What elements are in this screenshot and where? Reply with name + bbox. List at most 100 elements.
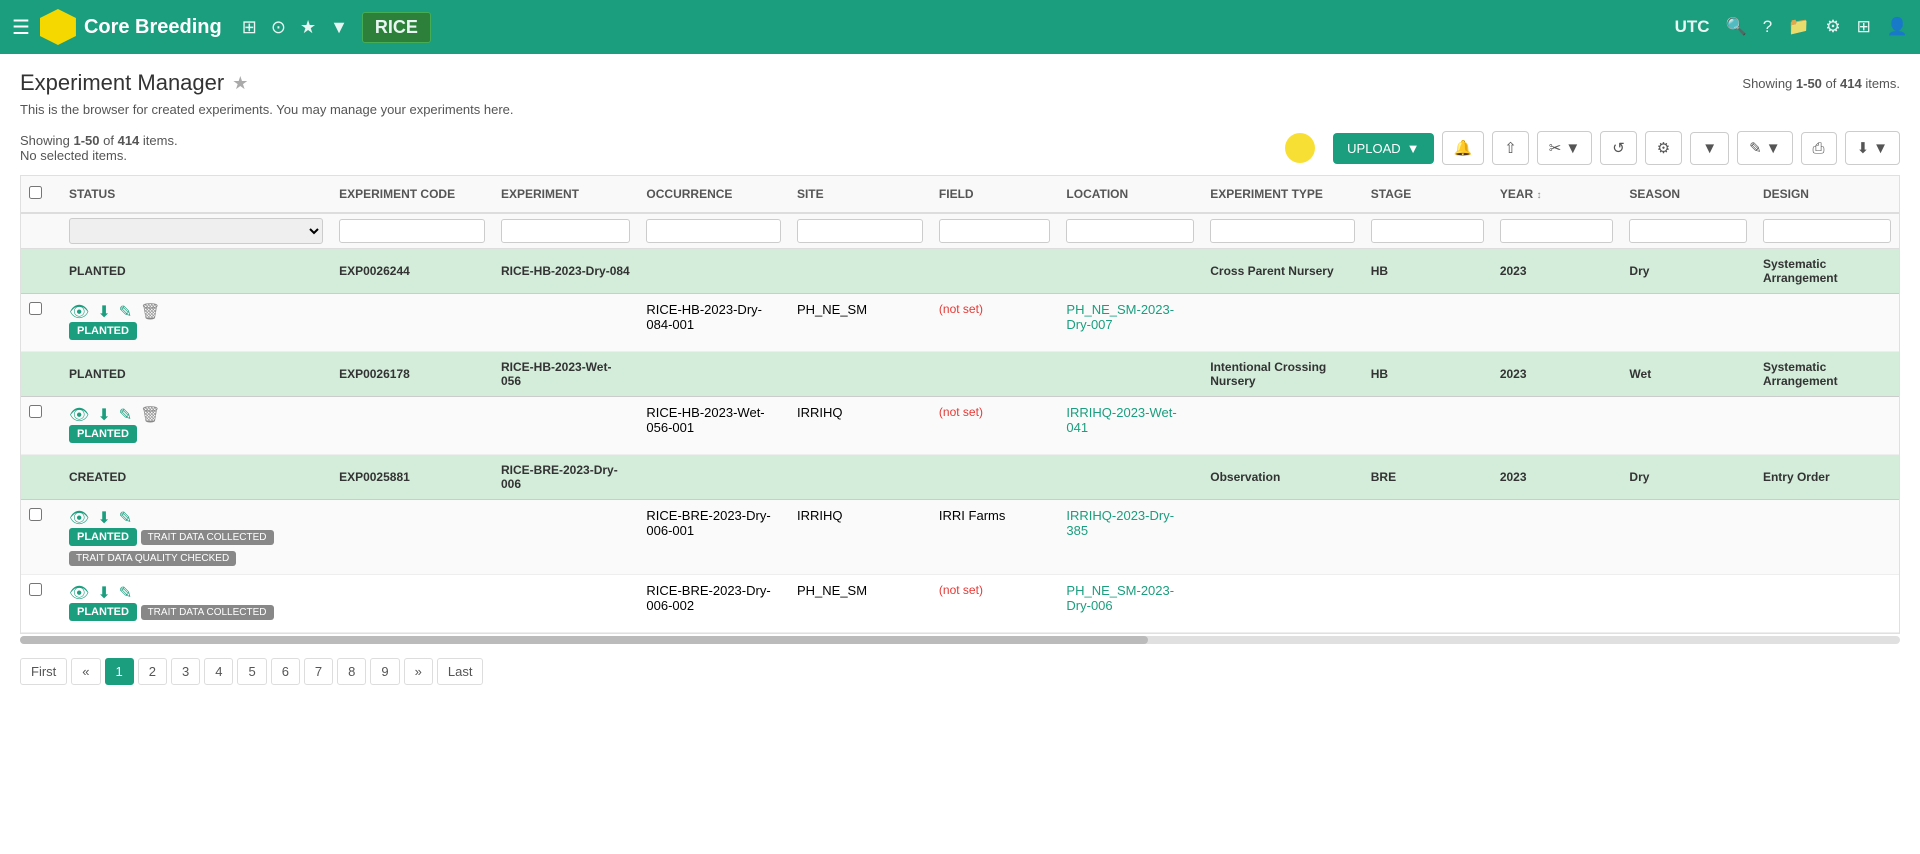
stage-filter-input[interactable] (1371, 219, 1484, 243)
exp-type-col-header[interactable]: EXPERIMENT TYPE (1202, 176, 1363, 213)
location-link[interactable]: PH_NE_SM-2023-Dry-006 (1066, 583, 1174, 613)
help-icon[interactable]: ? (1763, 17, 1772, 37)
notifications-button[interactable]: 🔔 (1442, 131, 1485, 165)
tools-button[interactable]: ✂ ▼ (1537, 131, 1592, 165)
advanced-filter-button[interactable]: ▼ (1690, 132, 1729, 165)
exp-type-filter-input[interactable] (1210, 219, 1355, 243)
app-brand: Core Breeding (40, 9, 222, 45)
occurrence-filter-input[interactable] (646, 219, 781, 243)
hamburger-icon[interactable]: ☰ (12, 15, 30, 40)
star-icon[interactable]: ★ (300, 17, 316, 38)
apps-icon[interactable]: ⊞ (1857, 17, 1871, 37)
pagination-next[interactable]: » (404, 658, 433, 685)
occurrence-col-header[interactable]: OCCURRENCE (638, 176, 789, 213)
view-icon[interactable]: 👁 (69, 583, 89, 603)
download-row-icon[interactable]: ⬇ (97, 405, 110, 425)
edit-row-icon[interactable]: ✎ (119, 583, 132, 603)
clock-icon[interactable]: ⊙ (271, 17, 286, 38)
pagination-page-1[interactable]: 1 (105, 658, 134, 685)
edit-button[interactable]: ✎ ▼ (1737, 131, 1792, 165)
user-icon[interactable]: 👤 (1887, 17, 1908, 37)
year-col-header[interactable]: YEAR ↕ (1492, 176, 1622, 213)
pagination-page-4[interactable]: 4 (204, 658, 233, 685)
stage-col-header[interactable]: STAGE (1363, 176, 1492, 213)
location-link[interactable]: IRRIHQ-2023-Wet-041 (1066, 405, 1176, 435)
exp-code-col-header[interactable]: EXPERIMENT CODE (331, 176, 493, 213)
exp-code-filter-input[interactable] (339, 219, 485, 243)
row-checkbox[interactable] (29, 583, 42, 596)
delete-row-icon[interactable]: 🗑 (140, 302, 160, 322)
edit-row-icon[interactable]: ✎ (119, 508, 132, 528)
filter-nav-icon[interactable]: ▼ (330, 17, 348, 38)
download-row-icon[interactable]: ⬇ (97, 508, 110, 528)
row-experiment-cell (493, 397, 638, 455)
pagination-page-5[interactable]: 5 (237, 658, 266, 685)
season-col-header[interactable]: SEASON (1621, 176, 1755, 213)
row-checkbox[interactable] (29, 508, 42, 521)
pagination-page-2[interactable]: 2 (138, 658, 167, 685)
status-col-header[interactable]: STATUS (61, 176, 331, 213)
status-filter-select[interactable] (69, 218, 323, 244)
pagination-first[interactable]: First (20, 658, 67, 685)
favorite-star-icon[interactable]: ★ (232, 73, 248, 94)
experiment-filter-input[interactable] (501, 219, 630, 243)
season-filter-input[interactable] (1629, 219, 1747, 243)
download-row-icon[interactable]: ⬇ (97, 583, 110, 603)
upload-button[interactable]: UPLOAD ▼ (1333, 133, 1433, 164)
edit-row-icon[interactable]: ✎ (119, 302, 132, 322)
location-col-header[interactable]: LOCATION (1058, 176, 1202, 213)
delete-row-icon[interactable]: 🗑 (140, 405, 160, 425)
filter-season-cell (1621, 213, 1755, 249)
pagination-page-7[interactable]: 7 (304, 658, 333, 685)
row-checkbox[interactable] (29, 302, 42, 315)
field-filter-input[interactable] (939, 219, 1050, 243)
location-link[interactable]: IRRIHQ-2023-Dry-385 (1066, 508, 1174, 538)
table-row: 👁 ⬇ ✎ PLANTED TRAIT DATA COLLECTED TRAIT… (21, 500, 1899, 575)
row-location-cell: IRRIHQ-2023-Wet-041 (1058, 397, 1202, 455)
row-checkbox-cell (21, 575, 61, 633)
scrollbar-thumb (20, 636, 1148, 644)
pagination-page-8[interactable]: 8 (337, 658, 366, 685)
settings-icon[interactable]: ⚙ (1825, 17, 1840, 37)
pagination-page-3[interactable]: 3 (171, 658, 200, 685)
experiment-col-header[interactable]: EXPERIMENT (493, 176, 638, 213)
site-col-header[interactable]: SITE (789, 176, 931, 213)
location-filter-input[interactable] (1066, 219, 1194, 243)
edit-row-icon[interactable]: ✎ (119, 405, 132, 425)
design-filter-input[interactable] (1763, 219, 1891, 243)
location-link[interactable]: PH_NE_SM-2023-Dry-007 (1066, 302, 1174, 332)
site-filter-input[interactable] (797, 219, 923, 243)
folder-icon[interactable]: 📁 (1788, 17, 1809, 37)
design-col-header[interactable]: DESIGN (1755, 176, 1899, 213)
view-icon[interactable]: 👁 (69, 508, 89, 528)
search-icon[interactable]: 🔍 (1726, 17, 1747, 37)
row-status-cell: 👁 ⬇ ✎ 🗑 PLANTED (61, 397, 331, 455)
print-icon: ⎙ (1813, 140, 1825, 157)
grid-icon[interactable]: ⊞ (242, 17, 257, 38)
view-icon[interactable]: 👁 (69, 405, 89, 425)
year-filter-input[interactable] (1500, 219, 1614, 243)
view-icon[interactable]: 👁 (69, 302, 89, 322)
share-button[interactable]: ⇧ (1492, 131, 1529, 165)
pagination-last[interactable]: Last (437, 658, 484, 685)
table-header-row: STATUS EXPERIMENT CODE EXPERIMENT OCCURR… (21, 176, 1899, 213)
download-row-icon[interactable]: ⬇ (97, 302, 110, 322)
tools-dropdown-icon: ▼ (1565, 140, 1580, 157)
print-button[interactable]: ⎙ (1801, 132, 1837, 165)
column-settings-button[interactable]: ⚙ (1645, 131, 1682, 165)
status-badge: PLANTED (69, 528, 137, 546)
refresh-button[interactable]: ↺ (1600, 131, 1637, 165)
download-button[interactable]: ⬇ ▼ (1845, 131, 1900, 165)
pagination-page-9[interactable]: 9 (370, 658, 399, 685)
nav-right-icons: UTC 🔍 ? 📁 ⚙ ⊞ 👤 (1675, 17, 1908, 37)
pagination-page-6[interactable]: 6 (271, 658, 300, 685)
row-checkbox[interactable] (29, 405, 42, 418)
field-col-header[interactable]: FIELD (931, 176, 1058, 213)
status-badge: PLANTED (69, 425, 137, 443)
select-all-header[interactable] (21, 176, 61, 213)
table-row: 👁 ⬇ ✎ 🗑 PLANTED RICE-HB-2023-Dry-084-001… (21, 294, 1899, 352)
select-all-checkbox[interactable] (29, 186, 42, 199)
rice-filter-badge[interactable]: RICE (362, 12, 431, 43)
group-exp-code-cell: EXP0026178 (331, 352, 493, 397)
pagination-prev[interactable]: « (71, 658, 100, 685)
